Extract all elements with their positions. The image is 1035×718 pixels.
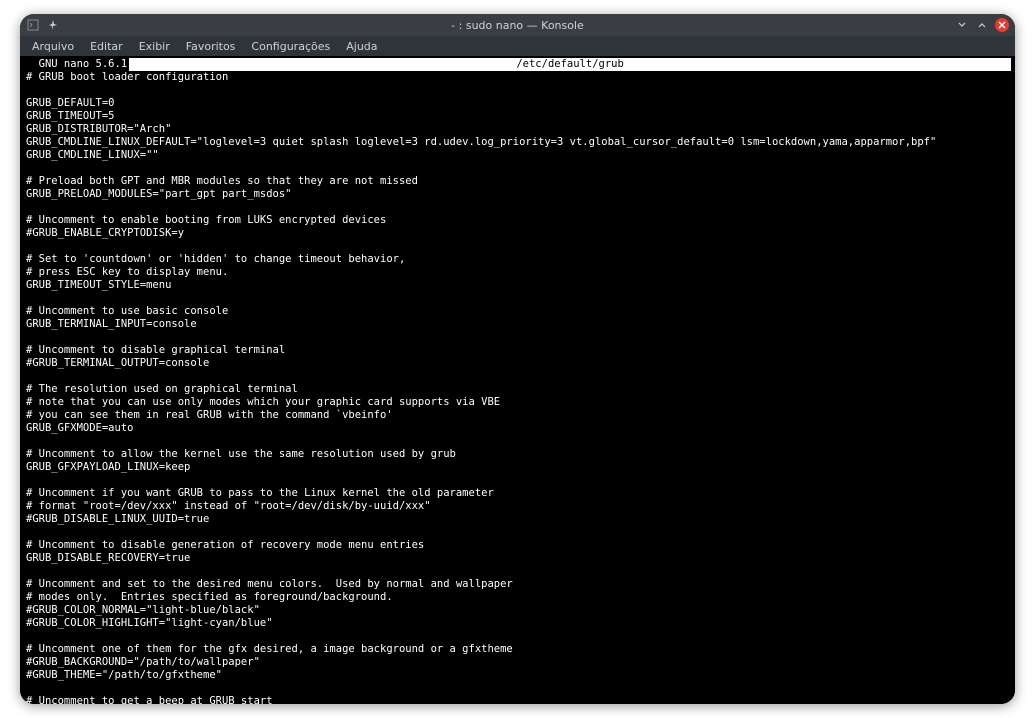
window-title: - : sudo nano — Konsole [20, 19, 1015, 32]
terminal-area[interactable]: GNU nano 5.6.1 /etc/default/grub # GRUB … [20, 56, 1015, 704]
maximize-button[interactable] [975, 18, 989, 32]
menu-editar[interactable]: Editar [84, 38, 129, 55]
close-button[interactable] [995, 18, 1009, 32]
menu-ajuda[interactable]: Ajuda [340, 38, 383, 55]
app-icon [26, 18, 40, 32]
konsole-window: - : sudo nano — Konsole Arquivo Editar E… [20, 14, 1015, 704]
nano-filepath: /etc/default/grub [129, 58, 1011, 71]
nano-header: GNU nano 5.6.1 /etc/default/grub [24, 58, 1011, 71]
menu-exibir[interactable]: Exibir [133, 38, 176, 55]
titlebar[interactable]: - : sudo nano — Konsole [20, 14, 1015, 36]
minimize-button[interactable] [955, 18, 969, 32]
nano-version: GNU nano 5.6.1 [24, 58, 129, 71]
pin-icon[interactable] [46, 18, 60, 32]
menu-arquivo[interactable]: Arquivo [26, 38, 80, 55]
menubar: Arquivo Editar Exibir Favoritos Configur… [20, 36, 1015, 56]
nano-editor-body[interactable]: # GRUB boot loader configuration GRUB_DE… [24, 71, 1011, 704]
menu-favoritos[interactable]: Favoritos [180, 38, 242, 55]
menu-configuracoes[interactable]: Configurações [245, 38, 336, 55]
